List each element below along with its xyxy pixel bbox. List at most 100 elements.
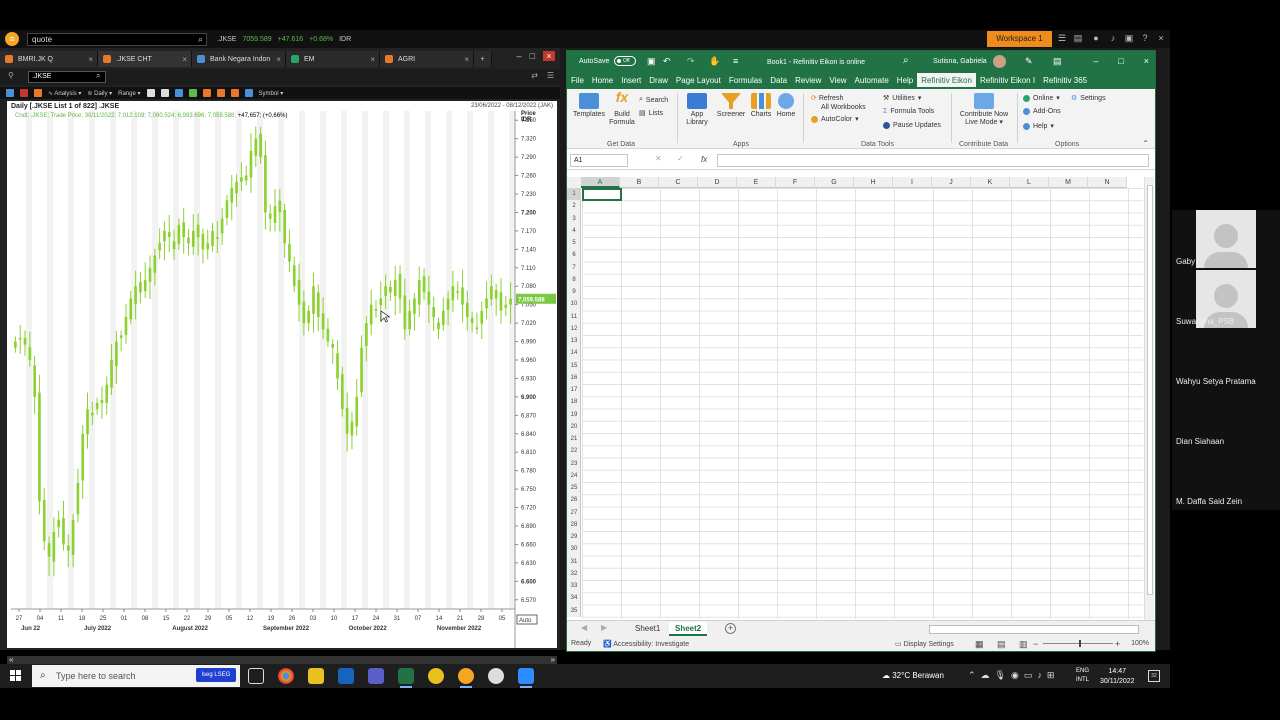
- row-header[interactable]: 25: [567, 482, 581, 494]
- name-box[interactable]: A1: [570, 154, 628, 167]
- microphone-icon[interactable]: 🎙: [995, 670, 1006, 681]
- addons-button[interactable]: Add-Ons: [1023, 108, 1061, 115]
- row-header[interactable]: 2: [567, 200, 581, 212]
- row-header[interactable]: 35: [567, 605, 581, 617]
- menu-icon[interactable]: ☰: [1057, 33, 1067, 44]
- zoom-in-icon[interactable]: +: [1115, 639, 1120, 649]
- row-header[interactable]: 5: [567, 237, 581, 249]
- sheet-tab-sheet2[interactable]: Sheet2: [669, 622, 708, 636]
- list-icon[interactable]: ▤: [1073, 33, 1083, 44]
- ribbon-tab-view[interactable]: View: [825, 73, 850, 89]
- help-icon[interactable]: ?: [1140, 33, 1150, 44]
- tab-bank-negara[interactable]: Bank Negara Indon ×: [192, 51, 286, 67]
- chat-app-icon[interactable]: [428, 668, 444, 684]
- teams-icon[interactable]: [368, 668, 384, 684]
- lists-button[interactable]: ▤ Lists: [639, 109, 663, 118]
- cancel-icon[interactable]: ✕: [655, 154, 662, 163]
- row-header[interactable]: 20: [567, 421, 581, 433]
- column-header[interactable]: E: [737, 177, 776, 188]
- row-header[interactable]: 29: [567, 531, 581, 543]
- add-tab-button[interactable]: +: [474, 51, 492, 67]
- row-header[interactable]: 18: [567, 396, 581, 408]
- zoom-app-icon[interactable]: [518, 668, 534, 688]
- autocolor-button[interactable]: AutoColor ▾: [811, 115, 859, 123]
- insert-function-icon[interactable]: fx: [701, 155, 707, 164]
- row-header[interactable]: 24: [567, 470, 581, 482]
- windows-start-icon[interactable]: [10, 670, 22, 682]
- ribbon-tab-refinitiv-365[interactable]: Refinitiv 365: [1039, 73, 1091, 89]
- zoom-level[interactable]: 100%: [1131, 640, 1149, 647]
- enter-icon[interactable]: ✓: [677, 154, 684, 163]
- participant-video-tile[interactable]: [1196, 210, 1256, 268]
- reset-icon[interactable]: [244, 89, 253, 97]
- scroll-right-icon[interactable]: »: [551, 655, 555, 664]
- collapse-ribbon-icon[interactable]: ⌃: [1142, 139, 1149, 148]
- ticker-strip[interactable]: .JKSE 7059.589 +47.616 +0.68% IDR: [217, 36, 351, 43]
- workspace-button[interactable]: Workspace 1: [987, 31, 1052, 47]
- ribbon-tab-refinitiv-eikon-i[interactable]: Refinitiv Eikon I: [976, 73, 1039, 89]
- row-header[interactable]: 4: [567, 225, 581, 237]
- row-header[interactable]: 19: [567, 409, 581, 421]
- ric-input[interactable]: .JKSE: [28, 71, 106, 83]
- formula-tools-button[interactable]: Σ Formula Tools: [883, 108, 934, 115]
- horizontal-scrollbar[interactable]: [929, 625, 1139, 634]
- column-header[interactable]: C: [659, 177, 698, 188]
- ribbon-tab-file[interactable]: File: [567, 73, 588, 89]
- crosshair-icon[interactable]: [188, 89, 197, 97]
- maximize-icon[interactable]: □: [1118, 56, 1123, 66]
- search-icon[interactable]: ⌕: [96, 71, 100, 81]
- chart-type-icon[interactable]: [20, 89, 28, 97]
- row-header[interactable]: 28: [567, 519, 581, 531]
- weather-widget[interactable]: ☁ 32°C Berawan: [882, 671, 944, 680]
- row-header[interactable]: 3: [567, 213, 581, 225]
- tab-jkse-chart[interactable]: .JKSE CHT ×: [98, 51, 192, 67]
- screener-button[interactable]: Screener: [715, 93, 747, 119]
- autosave-toggle[interactable]: Off: [614, 56, 636, 66]
- symbol-button[interactable]: Symbol ▾: [259, 90, 284, 97]
- worksheet-grid[interactable]: ABCDEFGHIJKLMN 1 2 3 4 5 6 7 8 9 10 11 12 13 14 15 16 17…: [567, 177, 1143, 619]
- tab-em[interactable]: EM ×: [286, 51, 380, 67]
- network-icon[interactable]: ⊞: [1047, 670, 1055, 681]
- row-header[interactable]: 11: [567, 311, 581, 323]
- row-header[interactable]: 8: [567, 274, 581, 286]
- search-button[interactable]: ⌕ Search: [639, 96, 668, 104]
- settings-button[interactable]: ⚙ Settings: [1071, 94, 1106, 103]
- chart-canvas[interactable]: 7.3507.3207.2907.2607.2307.2007.1707.140…: [7, 101, 557, 648]
- vertical-scrollbar[interactable]: [1144, 177, 1154, 621]
- formula-input[interactable]: [717, 154, 1149, 167]
- chrome-icon[interactable]: [278, 668, 294, 684]
- scroll-thumb[interactable]: [1147, 185, 1153, 595]
- row-header[interactable]: 33: [567, 580, 581, 592]
- ribbon-tab-refinitiv-eikon[interactable]: Refinitiv Eikon: [917, 73, 976, 89]
- column-header[interactable]: N: [1088, 177, 1127, 188]
- draw-tool-icon[interactable]: [160, 89, 169, 97]
- taskbar-clock[interactable]: 14:47 30/11/2022: [1100, 667, 1135, 687]
- pause-updates-button[interactable]: Pause Updates: [883, 122, 941, 129]
- task-view-icon[interactable]: [248, 668, 264, 684]
- row-header[interactable]: 9: [567, 286, 581, 298]
- snipping-tool-icon[interactable]: [488, 668, 504, 684]
- tab-agri[interactable]: AGRI ×: [380, 51, 474, 67]
- row-header[interactable]: 13: [567, 335, 581, 347]
- column-header[interactable]: H: [854, 177, 893, 188]
- next-sheet-icon[interactable]: ▶: [601, 623, 607, 632]
- row-header[interactable]: 10: [567, 298, 581, 310]
- column-header[interactable]: B: [620, 177, 659, 188]
- candle-icon[interactable]: [34, 89, 42, 97]
- row-header[interactable]: 27: [567, 507, 581, 519]
- search-icon[interactable]: ⌕: [903, 55, 909, 66]
- quote-search-input[interactable]: quote ⌕: [27, 32, 207, 46]
- close-icon[interactable]: ×: [370, 55, 375, 64]
- column-header[interactable]: D: [698, 177, 737, 188]
- home-button[interactable]: Home: [773, 93, 799, 119]
- contribute-button[interactable]: Contribute Now Live Mode ▾: [955, 93, 1013, 127]
- active-cell[interactable]: [582, 188, 622, 201]
- row-header[interactable]: 1: [567, 188, 581, 201]
- row-header[interactable]: 15: [567, 360, 581, 372]
- close-icon[interactable]: ×: [88, 55, 93, 64]
- link-icon[interactable]: ⚲: [8, 71, 14, 80]
- draw-tool-icon[interactable]: [146, 89, 155, 97]
- ribbon-display-icon[interactable]: ▤: [1053, 56, 1062, 67]
- ribbon-tab-formulas[interactable]: Formulas: [725, 73, 766, 89]
- row-header[interactable]: 12: [567, 323, 581, 335]
